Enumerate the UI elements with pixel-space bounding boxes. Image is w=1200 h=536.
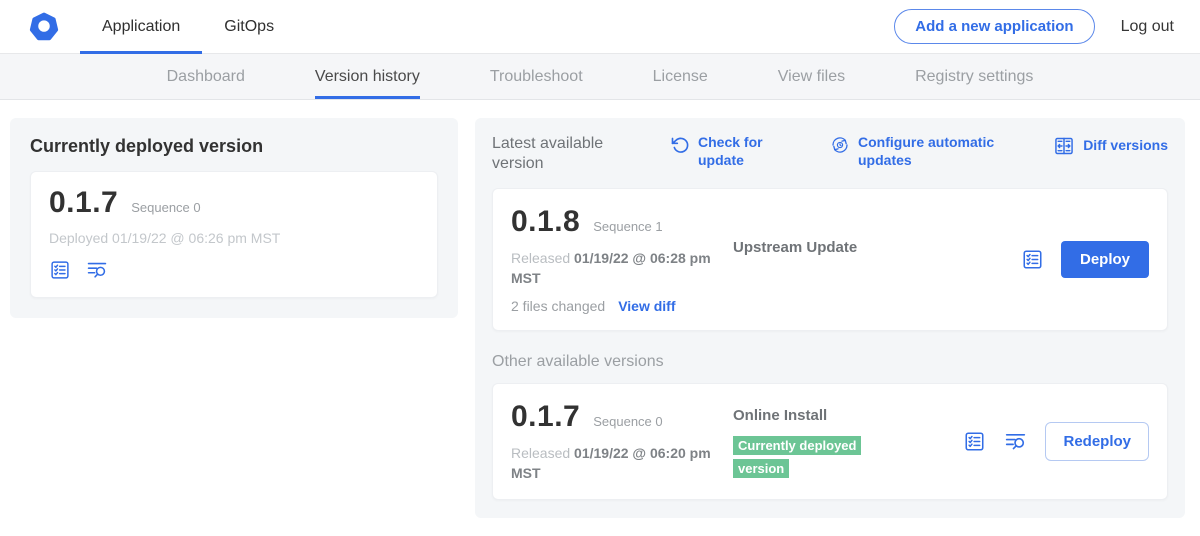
configure-automatic-updates-link[interactable]: Configure automatic updates [830, 134, 1003, 169]
redeploy-button[interactable]: Redeploy [1045, 422, 1149, 461]
subnav-item-version-history[interactable]: Version history [315, 54, 420, 99]
subnav-item-troubleshoot[interactable]: Troubleshoot [490, 54, 583, 99]
subnav-item-license[interactable]: License [653, 54, 708, 99]
version-history-page: Currently deployed version 0.1.7 Sequenc… [0, 100, 1200, 518]
top-nav: Application GitOps Add a new application… [0, 0, 1200, 54]
add-new-application-button[interactable]: Add a new application [894, 9, 1094, 44]
other-version-card: 0.1.7 Sequence 0 Released 01/19/22 @ 06:… [492, 383, 1168, 501]
deployed-timestamp: Deployed 01/19/22 @ 06:26 pm MST [49, 230, 419, 246]
deployed-version-number: 0.1.7 [49, 186, 118, 220]
check-for-update-label: Check for update [698, 134, 778, 169]
deploy-button[interactable]: Deploy [1061, 241, 1149, 278]
preflight-checklist-icon[interactable] [1021, 248, 1044, 271]
app-logo-icon [28, 11, 60, 43]
latest-available-title: Latest available version [492, 134, 642, 174]
other-sequence-label: Sequence 0 [593, 414, 662, 429]
diff-versions-link[interactable]: Diff versions [1053, 134, 1168, 157]
deployed-version-card: 0.1.7 Sequence 0 Deployed 01/19/22 @ 06:… [30, 171, 438, 298]
diff-icon [1053, 135, 1075, 157]
other-version-number: 0.1.7 [511, 400, 580, 434]
currently-deployed-title: Currently deployed version [30, 136, 438, 157]
latest-version-card: 0.1.8 Sequence 1 Released 01/19/22 @ 06:… [492, 188, 1168, 331]
available-versions-panel: Latest available version Check for updat… [475, 118, 1185, 518]
preflight-checklist-icon[interactable] [963, 430, 986, 453]
tab-application[interactable]: Application [80, 0, 202, 54]
logout-link[interactable]: Log out [1121, 18, 1174, 36]
latest-sequence-label: Sequence 1 [593, 219, 662, 234]
deploy-logs-icon[interactable] [85, 259, 109, 281]
other-version-source: Online Install [733, 407, 963, 424]
configure-automatic-updates-label: Configure automatic updates [858, 134, 1003, 169]
clock-refresh-icon [830, 135, 850, 155]
check-for-update-link[interactable]: Check for update [670, 134, 778, 169]
app-sub-nav: Dashboard Version history Troubleshoot L… [0, 54, 1200, 100]
refresh-icon [670, 135, 690, 155]
subnav-item-view-files[interactable]: View files [778, 54, 845, 99]
top-nav-right: Add a new application Log out [894, 9, 1174, 44]
other-available-versions-title: Other available versions [492, 353, 1168, 371]
latest-released-timestamp: Released 01/19/22 @ 06:28 pm MST [511, 248, 723, 289]
currently-deployed-badge: Currently deployed version [733, 436, 861, 478]
files-changed-label: 2 files changed [511, 298, 605, 314]
preflight-checklist-icon[interactable] [49, 259, 71, 281]
other-released-timestamp: Released 01/19/22 @ 06:20 pm MST [511, 443, 723, 484]
diff-versions-label: Diff versions [1083, 137, 1168, 155]
subnav-item-dashboard[interactable]: Dashboard [167, 54, 245, 99]
subnav-item-registry-settings[interactable]: Registry settings [915, 54, 1033, 99]
deploy-logs-icon[interactable] [1003, 430, 1028, 453]
currently-deployed-panel: Currently deployed version 0.1.7 Sequenc… [10, 118, 458, 318]
view-diff-link[interactable]: View diff [618, 298, 675, 314]
latest-version-number: 0.1.8 [511, 205, 580, 239]
tab-gitops[interactable]: GitOps [202, 0, 296, 54]
latest-version-source: Upstream Update [733, 239, 1021, 256]
deployed-sequence-label: Sequence 0 [131, 200, 200, 215]
